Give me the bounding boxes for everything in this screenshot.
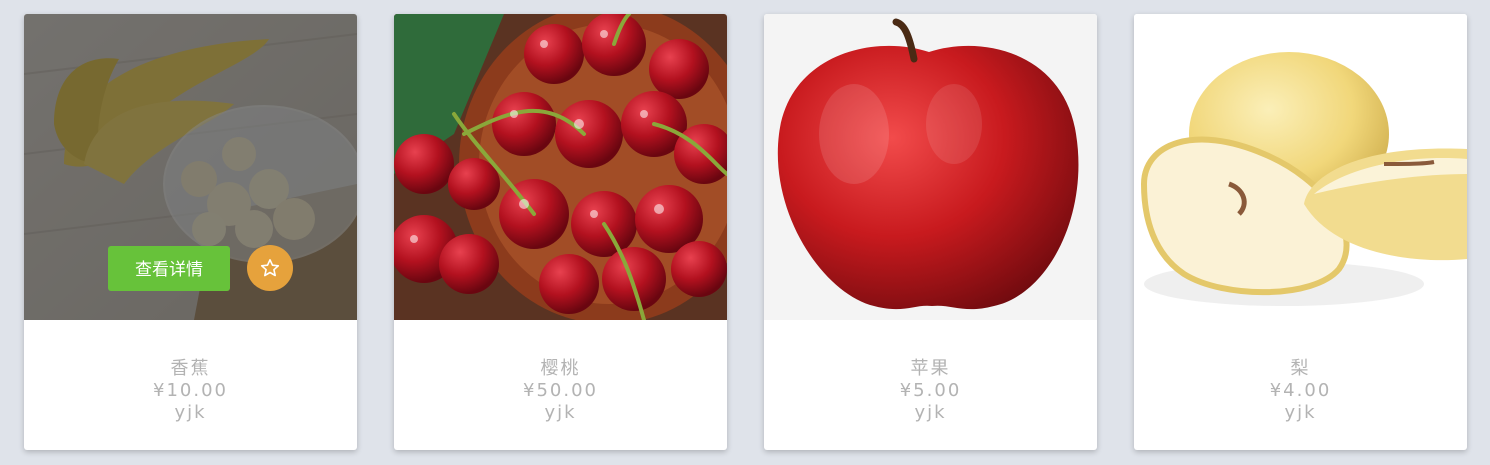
apple-image <box>764 14 1097 320</box>
view-details-button[interactable]: 查看详情 <box>108 246 230 291</box>
cherry-image <box>394 14 727 320</box>
product-info: 樱桃 ¥50.00 yjk <box>394 358 727 424</box>
product-price: ¥4.00 <box>1269 380 1332 401</box>
pear-image <box>1134 14 1467 320</box>
product-card-pear[interactable]: 梨 ¥4.00 yjk <box>1134 14 1467 450</box>
product-image-banana[interactable]: 查看详情 <box>24 14 357 320</box>
product-name[interactable]: 梨 <box>1134 358 1467 380</box>
product-info: 香蕉 ¥10.00 yjk <box>24 358 357 424</box>
product-image-pear[interactable] <box>1134 14 1467 320</box>
product-price: ¥50.00 <box>523 380 598 401</box>
product-name[interactable]: 苹果 <box>764 358 1097 380</box>
product-card-cherry[interactable]: 樱桃 ¥50.00 yjk <box>394 14 727 450</box>
product-card-apple[interactable]: 苹果 ¥5.00 yjk <box>764 14 1097 450</box>
product-info: 苹果 ¥5.00 yjk <box>764 358 1097 424</box>
product-price: ¥10.00 <box>153 380 228 401</box>
product-image-cherry[interactable] <box>394 14 727 320</box>
product-grid: 查看详情 香蕉 ¥10.00 yjk 樱桃 ¥50.00 yjk 苹果 ¥5.0… <box>0 0 1490 465</box>
product-seller: yjk <box>914 402 947 423</box>
product-image-apple[interactable] <box>764 14 1097 320</box>
product-name[interactable]: 香蕉 <box>24 358 357 380</box>
product-seller: yjk <box>544 402 577 423</box>
product-card-banana[interactable]: 查看详情 香蕉 ¥10.00 yjk <box>24 14 357 450</box>
product-seller: yjk <box>174 402 207 423</box>
product-seller: yjk <box>1284 402 1317 423</box>
product-price: ¥5.00 <box>899 380 962 401</box>
product-name[interactable]: 樱桃 <box>394 358 727 380</box>
favorite-button[interactable] <box>247 245 293 291</box>
star-icon <box>260 259 280 277</box>
product-info: 梨 ¥4.00 yjk <box>1134 358 1467 424</box>
